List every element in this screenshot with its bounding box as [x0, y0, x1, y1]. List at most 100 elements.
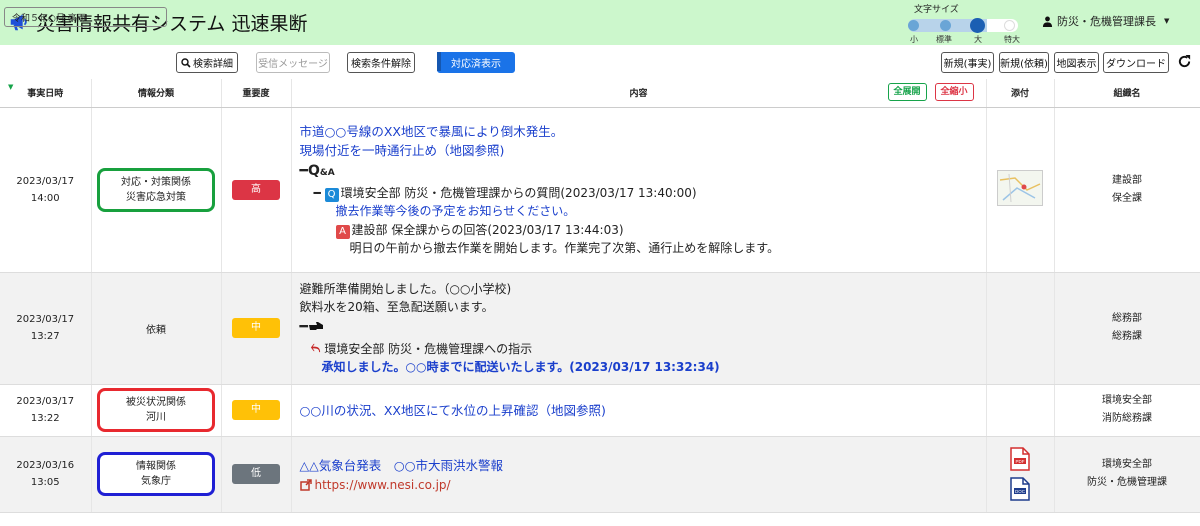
- search-select-value: 令和５年○月 豪雨: [12, 13, 86, 24]
- info-table: ▼ 事実日時 情報分類 重要度 内容 全展開 全縮小 添付 組織名 2023/0…: [0, 79, 1200, 513]
- download-button[interactable]: ダウンロード: [1103, 52, 1169, 73]
- map-thumbnail-icon[interactable]: [997, 170, 1043, 206]
- row-time: 13:05: [30, 477, 60, 488]
- content-cell: ○○川の状況、XX地区にて水位の上昇確認（地図参照): [291, 384, 987, 437]
- new-request-button[interactable]: 新規(依頼): [999, 52, 1049, 73]
- svg-text:PDF: PDF: [1016, 459, 1025, 464]
- org-line1: 建設部: [1112, 174, 1142, 186]
- font-size-slider-track[interactable]: [908, 19, 1018, 32]
- qa-label-amp: &A: [319, 168, 335, 178]
- qa-toggle[interactable]: ━ Q &A: [300, 163, 986, 179]
- app-header: 災害情報共有システム 迅速果断 文字サイズ 小 標準 大 特大 防災・危機管理課…: [0, 0, 1200, 45]
- category-cell: 依頼: [91, 272, 222, 385]
- org-line1: 環境安全部: [1102, 459, 1152, 470]
- col-content: 内容 全展開 全縮小: [291, 79, 987, 108]
- received-messages-label: 受信メッセージ: [258, 59, 328, 70]
- org-line2: 総務課: [1112, 331, 1142, 342]
- search-select[interactable]: 令和５年○月 豪雨 ⌄: [4, 7, 167, 27]
- category-badge: 被災状況関係 河川: [97, 388, 215, 432]
- category-cell: 被災状況関係 河川: [91, 384, 222, 437]
- font-size-option-xlarge[interactable]: [1004, 20, 1015, 31]
- user-icon: [1042, 16, 1053, 27]
- table-row[interactable]: 2023/03/17 14:00 対応・対策関係 災害応急対策 高 市道○○号線…: [0, 107, 1200, 273]
- org-cell: 建設部 保全課: [1054, 107, 1200, 273]
- resolved-view-toggle[interactable]: 対応済表示: [437, 52, 515, 73]
- org-cell: 総務部 総務課: [1054, 272, 1200, 385]
- new-fact-label: 新規(事実): [943, 59, 992, 70]
- search-detail-button[interactable]: 検索詳細: [176, 52, 238, 73]
- collapse-dash-icon: ━: [299, 163, 308, 179]
- date-cell: 2023/03/17 13:27: [0, 272, 92, 385]
- table-row[interactable]: 2023/03/16 13:05 情報関係 気象庁 低 △△気象台発表 ○○市大…: [0, 436, 1200, 513]
- clear-conditions-button[interactable]: 検索条件解除: [347, 52, 415, 73]
- org-cell: 環境安全部 防災・危機管理課: [1054, 436, 1200, 513]
- map-view-button[interactable]: 地図表示: [1054, 52, 1099, 73]
- expand-all-button[interactable]: 全展開: [887, 83, 927, 101]
- instruction-toggle[interactable]: ━: [300, 319, 986, 335]
- attachment-cell: [986, 384, 1055, 437]
- content-line1: 避難所準備開始しました。（○○小学校): [299, 281, 512, 296]
- col-content-label: 内容: [629, 89, 648, 100]
- question-header: ━ Q 環境安全部 防災・危機管理課からの質問(2023/03/17 13:40:…: [300, 184, 986, 202]
- org-cell: 環境安全部 消防総務課: [1054, 384, 1200, 437]
- font-size-option-large[interactable]: [970, 18, 985, 33]
- category-line2: 気象庁: [141, 476, 171, 487]
- severity-badge: 中: [232, 318, 280, 338]
- external-link[interactable]: https://www.nesi.co.jp/: [299, 478, 986, 492]
- collapse-all-button[interactable]: 全縮小: [934, 83, 974, 101]
- row-date: 2023/03/17: [16, 175, 75, 187]
- content-cell: △△気象台発表 ○○市大雨洪水警報 https://www.nesi.co.jp…: [291, 436, 987, 513]
- org-line2: 保全課: [1112, 192, 1142, 204]
- refresh-icon[interactable]: [1177, 54, 1192, 69]
- font-size-option-standard[interactable]: [940, 20, 951, 31]
- table-row[interactable]: 2023/03/17 13:27 依頼 中 避難所準備開始しました。（○○小学校…: [0, 272, 1200, 385]
- new-fact-button[interactable]: 新規(事実): [941, 52, 994, 73]
- content-line1[interactable]: △△気象台発表 ○○市大雨洪水警報: [300, 456, 986, 475]
- sort-icon: ▼: [8, 83, 14, 91]
- category-badge: 対応・対策関係 災害応急対策: [97, 167, 215, 212]
- collapse-dash-icon: ━: [299, 318, 308, 335]
- col-date[interactable]: ▼ 事実日時: [0, 79, 92, 108]
- content-line1[interactable]: ○○川の状況、XX地区にて水位の上昇確認（地図参照): [300, 401, 986, 420]
- chevron-down-icon: ⌄: [153, 12, 160, 21]
- attachment-cell: [986, 107, 1055, 273]
- chevron-down-icon: ▼: [1164, 17, 1170, 25]
- col-attachment: 添付: [986, 79, 1055, 108]
- org-line1: 総務部: [1112, 313, 1142, 324]
- search-detail-label: 検索詳細: [193, 59, 233, 70]
- qa-label-q: Q: [307, 163, 320, 179]
- font-size-option-small[interactable]: [908, 20, 919, 31]
- instruction-header-text: 環境安全部 防災・危機管理課への指示: [324, 341, 533, 356]
- font-size-tick-large: 大: [974, 35, 982, 44]
- doc-file-icon[interactable]: DOC: [1010, 477, 1030, 501]
- pdf-file-icon[interactable]: PDF: [1010, 447, 1030, 471]
- category-cell: 情報関係 気象庁: [91, 436, 222, 513]
- instruction-reply: 承知しました。○○時までに配送いたします。(2023/03/17 13:32:3…: [321, 359, 720, 374]
- font-size-tick-standard: 標準: [936, 35, 952, 44]
- content-line2[interactable]: 現場付近を一時通行止め（地図参照): [300, 141, 986, 160]
- external-link-url: https://www.nesi.co.jp/: [314, 478, 451, 492]
- attachment-cell: [986, 272, 1055, 385]
- table-row[interactable]: 2023/03/17 13:22 被災状況関係 河川 中 ○○川の状況、XX地区…: [0, 384, 1200, 437]
- font-size-tick-small: 小: [910, 35, 918, 44]
- severity-badge: 中: [232, 400, 280, 420]
- question-text: 撤去作業等今後の予定をお知らせください。: [335, 204, 576, 218]
- answer-header: A 建設部 保全課からの回答(2023/03/17 13:44:03): [300, 221, 986, 239]
- content-line1[interactable]: 市道○○号線のXX地区で暴風により倒木発生。: [300, 122, 986, 141]
- col-date-label: 事実日時: [27, 89, 64, 100]
- content-cell: 避難所準備開始しました。（○○小学校) 飲料水を20箱、至急配送願います。 ━ …: [291, 272, 987, 385]
- received-messages-button[interactable]: 受信メッセージ: [256, 52, 330, 73]
- clear-conditions-label: 検索条件解除: [351, 59, 411, 70]
- severity-badge: 高: [232, 179, 280, 200]
- col-severity: 重要度: [221, 79, 292, 108]
- category-badge: 情報関係 気象庁: [97, 452, 215, 496]
- org-line2: 防災・危機管理課: [1087, 477, 1167, 488]
- row-time: 13:27: [30, 331, 60, 342]
- user-menu[interactable]: 防災・危機管理課長 ▼: [1042, 13, 1169, 29]
- org-line2: 消防総務課: [1102, 413, 1152, 424]
- date-cell: 2023/03/17 13:22: [0, 384, 92, 437]
- date-cell: 2023/03/16 13:05: [0, 436, 92, 513]
- row-date: 2023/03/17: [16, 396, 75, 407]
- table-header-row: ▼ 事実日時 情報分類 重要度 内容 全展開 全縮小 添付 組織名: [0, 79, 1200, 108]
- font-size-control: 文字サイズ 小 標準 大 特大: [900, 2, 1025, 44]
